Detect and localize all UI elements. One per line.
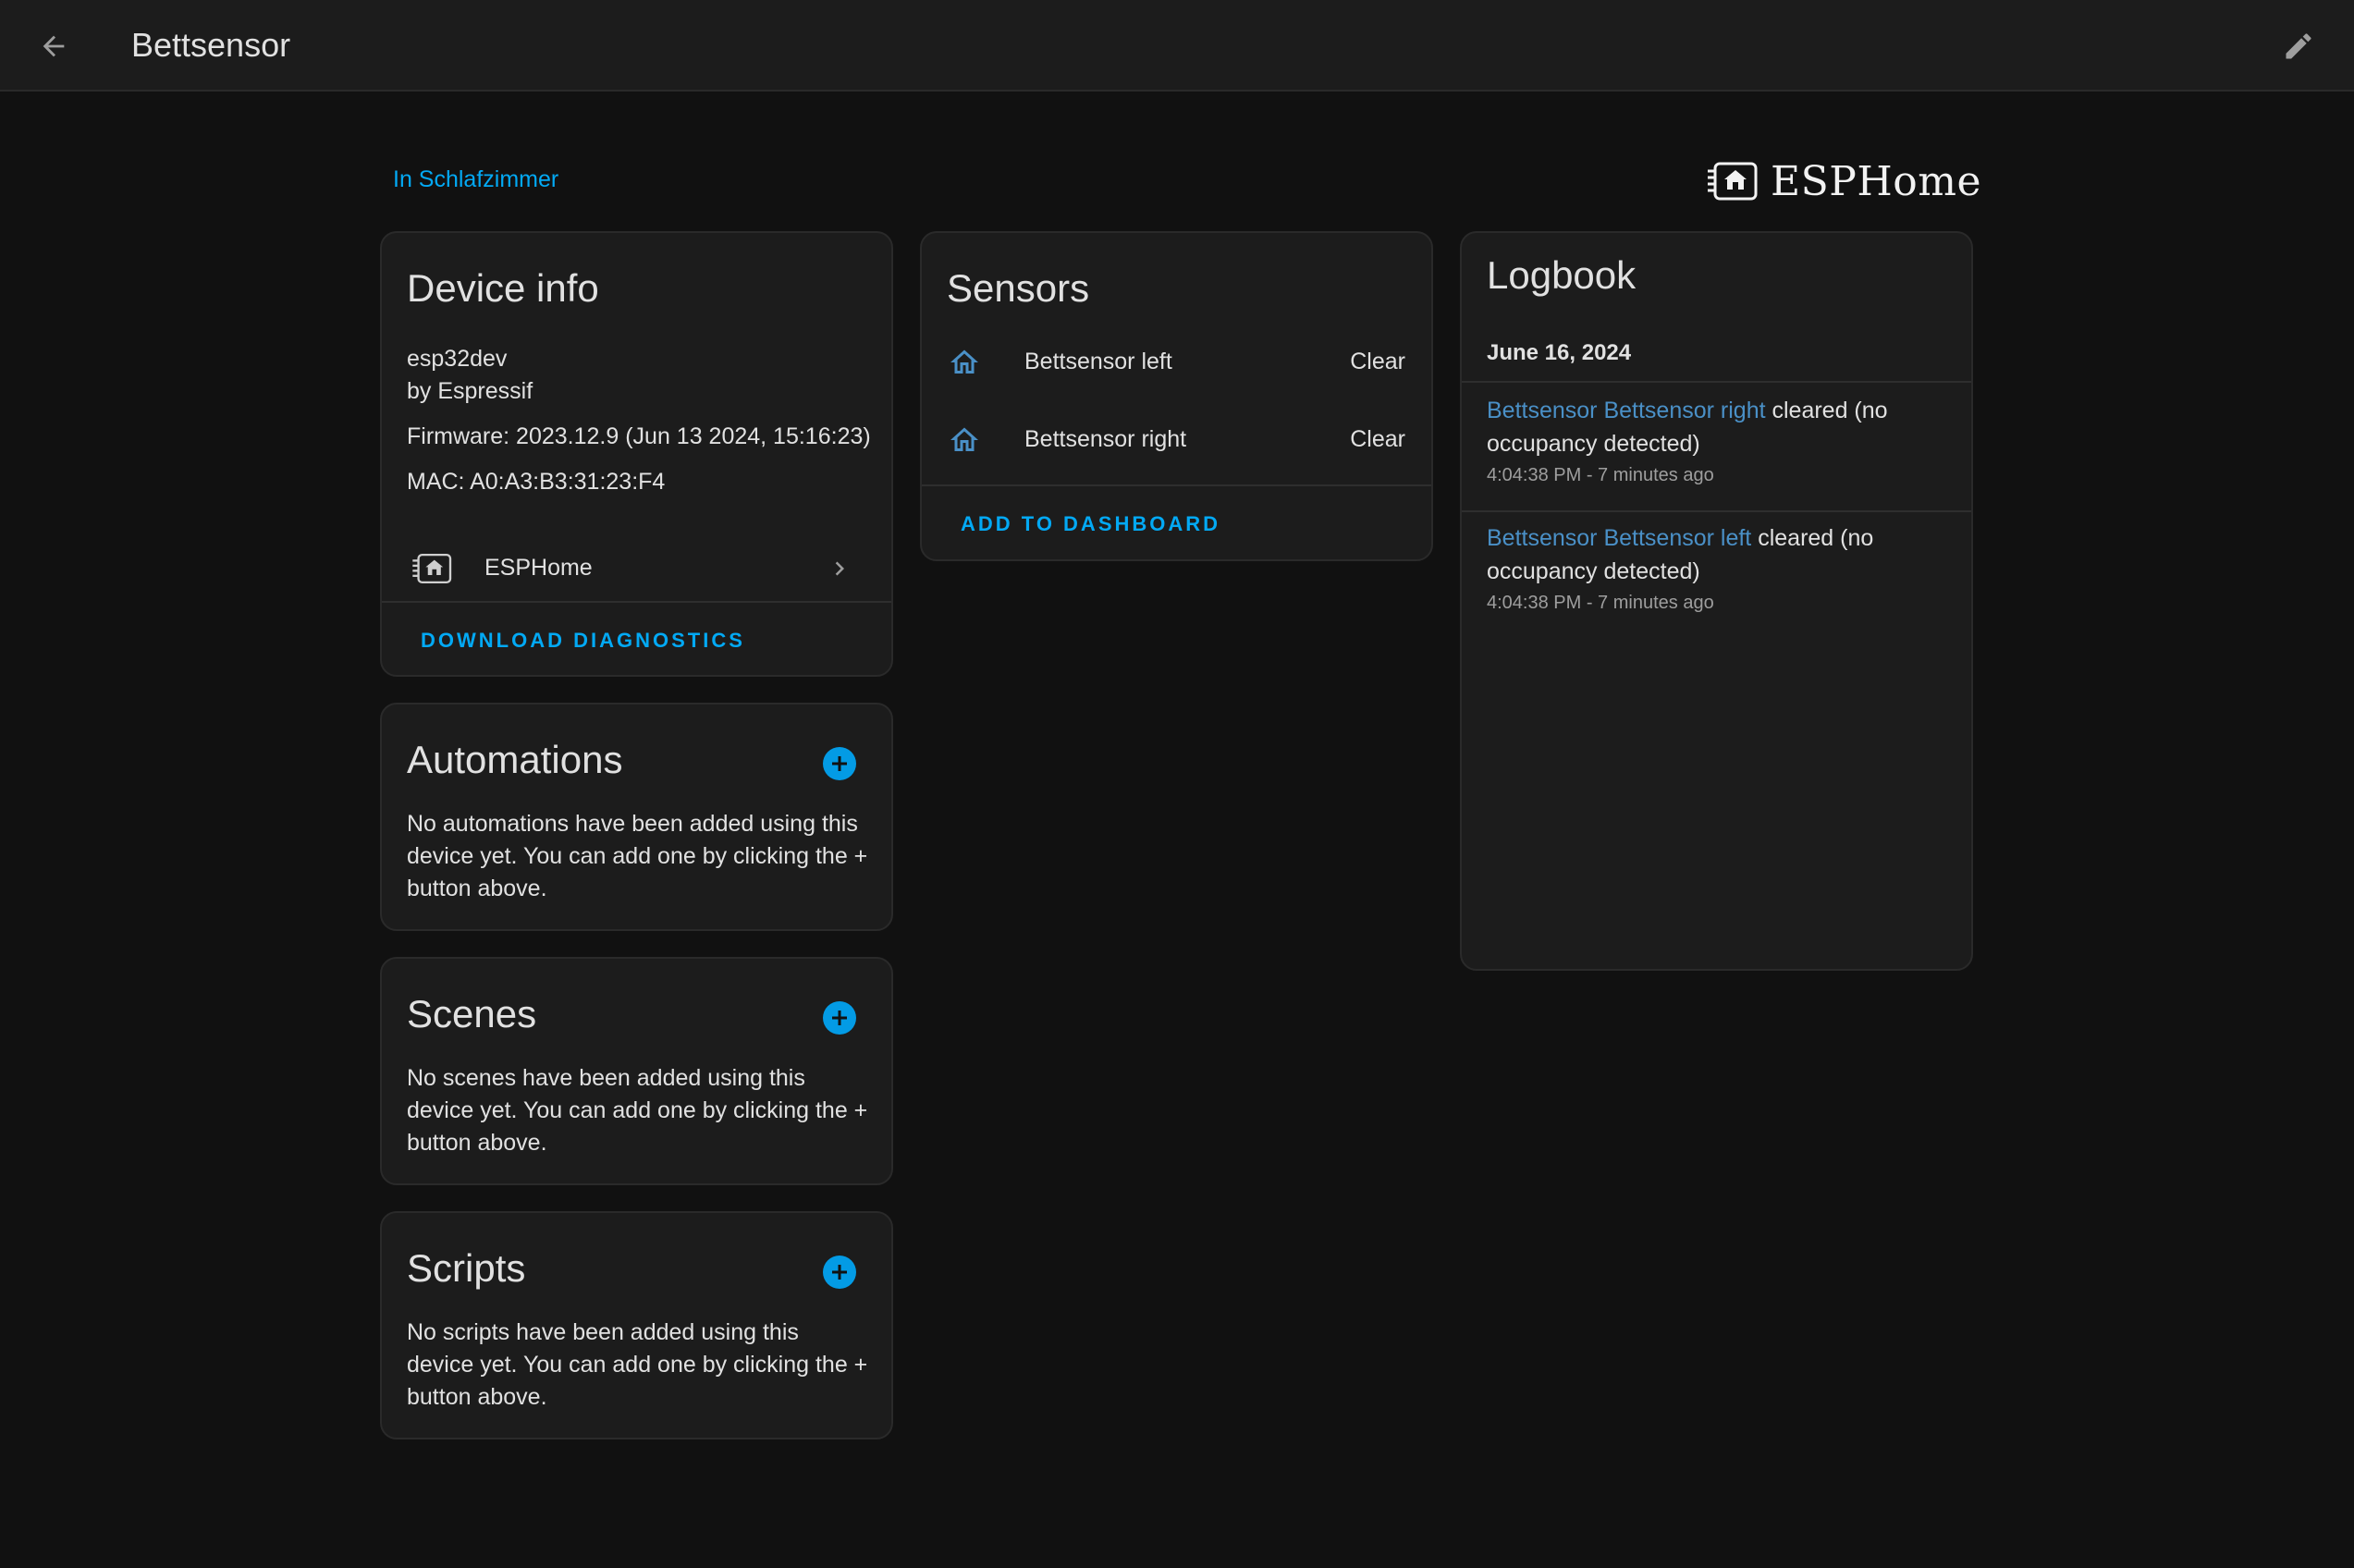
logbook-entry: Bettsensor Bettsensor left cleared (no o… — [1487, 521, 1931, 618]
plus-icon — [832, 1011, 847, 1025]
back-button[interactable] — [28, 20, 80, 72]
area-link[interactable]: In Schlafzimmer — [393, 166, 558, 193]
scripts-description: No scripts have been added using this de… — [407, 1319, 868, 1410]
add-script-button[interactable] — [823, 1256, 856, 1289]
scripts-title: Scripts — [407, 1246, 526, 1290]
automations-card: Automations No automations have been add… — [380, 703, 893, 931]
home-outline-icon — [950, 427, 978, 451]
pencil-icon — [2286, 33, 2311, 59]
logbook-divider — [1462, 381, 1971, 383]
logbook-time: 4:04:38 PM - 7 minutes ago — [1487, 465, 1714, 485]
sensors-title: Sensors — [947, 266, 1090, 310]
logbook-card: Logbook June 16, 2024 Bettsensor Bettsen… — [1460, 231, 1973, 971]
top-app-bar: Bettsensor — [0, 0, 2354, 92]
sensors-divider — [922, 484, 1431, 486]
sensor-state: Clear — [1350, 426, 1405, 452]
logbook-entity-link[interactable]: Bettsensor Bettsensor right — [1487, 398, 1766, 423]
scripts-card: Scripts No scripts have been added using… — [380, 1211, 893, 1439]
plus-icon — [832, 756, 847, 771]
scenes-card: Scenes No scenes have been added using t… — [380, 957, 893, 1185]
sensor-row[interactable]: Bettsensor right Clear — [922, 408, 1431, 472]
device-manufacturer: by Espressif — [407, 378, 533, 404]
esphome-logo-icon — [1708, 162, 1758, 201]
sensor-name: Bettsensor right — [1024, 426, 1187, 452]
arrow-left-icon — [43, 35, 65, 57]
automations-description: No automations have been added using thi… — [407, 811, 868, 901]
sensor-state: Clear — [1350, 349, 1405, 374]
automations-title: Automations — [407, 738, 623, 781]
sensor-name: Bettsensor left — [1024, 349, 1172, 374]
integration-label: ESPHome — [484, 555, 593, 581]
esphome-chip-icon — [412, 553, 452, 584]
device-info-divider — [382, 601, 891, 603]
home-outline-icon — [950, 349, 978, 374]
brand-name: ESPHome — [1771, 157, 1981, 205]
scenes-title: Scenes — [407, 992, 537, 1035]
device-info-card: Device info esp32dev by Espressif Firmwa… — [380, 231, 893, 677]
device-mac: MAC: A0:A3:B3:31:23:F4 — [407, 469, 666, 495]
scenes-description: No scenes have been added using this dev… — [407, 1065, 868, 1156]
device-info-title: Device info — [407, 266, 599, 310]
sensor-row[interactable]: Bettsensor left Clear — [922, 330, 1431, 395]
logbook-time: 4:04:38 PM - 7 minutes ago — [1487, 593, 1714, 613]
page-title: Bettsensor — [131, 26, 291, 64]
integration-row[interactable]: ESPHome — [382, 529, 891, 608]
plus-icon — [832, 1265, 847, 1280]
device-firmware: Firmware: 2023.12.9 (Jun 13 2024, 15:16:… — [407, 423, 871, 449]
logbook-title: Logbook — [1487, 253, 1637, 297]
device-model: esp32dev — [407, 346, 508, 372]
logbook-entity-link[interactable]: Bettsensor Bettsensor left — [1487, 525, 1751, 551]
chevron-right-icon — [835, 561, 844, 576]
add-scene-button[interactable] — [823, 1001, 856, 1035]
download-diagnostics-button[interactable]: DOWNLOAD DIAGNOSTICS — [421, 629, 745, 653]
logbook-entry: Bettsensor Bettsensor right cleared (no … — [1487, 394, 1931, 490]
edit-button[interactable] — [2273, 20, 2324, 72]
integration-brand: ESPHome — [1708, 155, 1981, 207]
logbook-date: June 16, 2024 — [1487, 340, 1632, 365]
add-automation-button[interactable] — [823, 747, 856, 780]
add-to-dashboard-button[interactable]: ADD TO DASHBOARD — [961, 512, 1220, 536]
logbook-divider — [1462, 510, 1971, 512]
sensors-card: Sensors Bettsensor left Clear Bettsensor… — [920, 231, 1433, 561]
